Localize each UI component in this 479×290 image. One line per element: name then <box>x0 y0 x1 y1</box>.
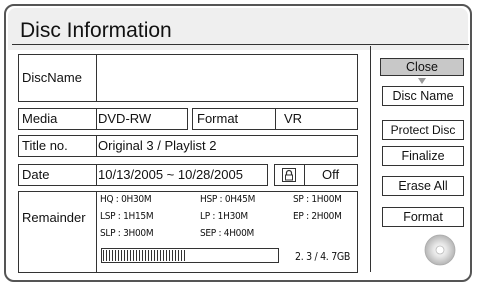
remainder-label: Remainder <box>22 210 86 225</box>
capacity-text: 2. 3 / 4. 7GB <box>295 251 351 263</box>
disc-name-label: DiscName <box>22 70 82 85</box>
remainder-mode: HSP : 0H45M <box>200 194 256 205</box>
media-label: Media <box>22 111 58 126</box>
title-no-label: Title no. <box>22 138 68 153</box>
remainder-mode: HQ : 0H30M <box>100 194 152 205</box>
capacity-bar-fill <box>103 250 188 261</box>
capacity-bar <box>101 248 279 263</box>
date-value: 10/13/2005 ~ 10/28/2005 <box>98 167 243 182</box>
format-label: Format <box>197 111 239 126</box>
format-value: VR <box>284 111 303 126</box>
dialog-title: Disc Information <box>20 19 172 42</box>
remainder-mode: EP : 2H00M <box>293 211 342 222</box>
media-value: DVD-RW <box>98 111 152 126</box>
remainder-mode: SLP : 3H00M <box>100 228 154 239</box>
protect-status-value: Off <box>322 167 340 182</box>
remainder-mode: SEP : 4H00M <box>200 228 254 239</box>
erase-all-button[interactable]: Erase All <box>382 176 464 196</box>
vertical-divider <box>370 46 371 272</box>
remainder-mode: SP : 1H00M <box>293 194 342 205</box>
format-button[interactable]: Format <box>382 207 464 227</box>
disc-icon <box>424 234 456 266</box>
selection-caret-icon <box>418 73 426 84</box>
finalize-button[interactable]: Finalize <box>382 146 464 166</box>
protect-disc-button[interactable]: Protect Disc <box>382 120 464 140</box>
lock-icon <box>281 167 297 183</box>
date-label: Date <box>22 167 50 182</box>
disc-name-button[interactable]: Disc Name <box>382 86 464 106</box>
title-no-value: Original 3 / Playlist 2 <box>98 138 217 153</box>
remainder-mode: LP : 1H30M <box>200 211 248 222</box>
title-divider <box>12 44 469 45</box>
remainder-mode: LSP : 1H15M <box>100 211 154 222</box>
